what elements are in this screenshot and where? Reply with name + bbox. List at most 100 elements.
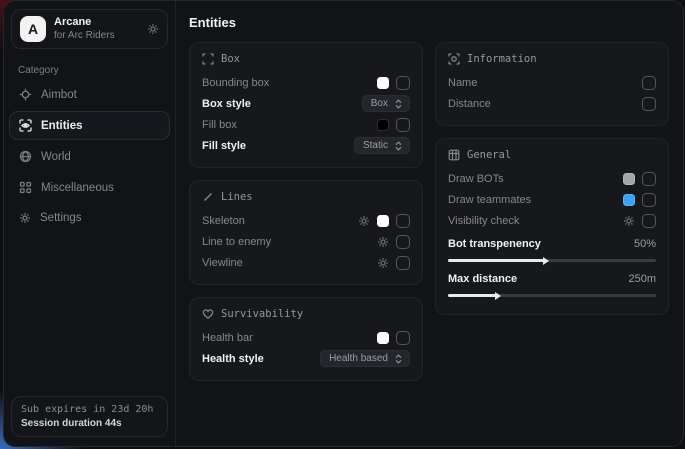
main-panel: Entities BoxBounding boxBox styleBoxFill… (176, 1, 683, 446)
setting-label: Fill style (202, 140, 246, 152)
checkbox-viewline[interactable] (396, 256, 410, 270)
row-bounding-box: Bounding box (202, 72, 410, 93)
row-box-style: Box styleBox (202, 93, 410, 114)
row-visibility-check: Visibility check (448, 210, 656, 231)
setting-label: Fill box (202, 119, 237, 131)
color-swatch[interactable] (377, 77, 389, 89)
card-lines: Lines Skeleton Line to enemy Viewline (189, 180, 423, 285)
row-draw-teammates: Draw teammates (448, 189, 656, 210)
sidebar-item-entities[interactable]: Entities (9, 111, 170, 140)
brand-subtitle: for Arc Riders (54, 30, 139, 43)
gear-icon[interactable] (623, 215, 635, 227)
setting-label: Health bar (202, 332, 253, 344)
dropdown-fill-style[interactable]: Static (354, 137, 410, 154)
card-header: Information (448, 53, 656, 65)
color-swatch[interactable] (623, 194, 635, 206)
setting-label: Distance (448, 98, 491, 110)
slider-thumb[interactable] (495, 292, 501, 300)
color-swatch[interactable] (377, 119, 389, 131)
card-survivability: Survivability Health bar Health style Healt… (189, 297, 423, 381)
column-2: Information Name Distance General Draw BOTs D… (435, 42, 669, 315)
row-health-bar: Health bar (202, 327, 410, 348)
row-controls (377, 235, 410, 249)
card-title: Box (221, 53, 240, 65)
arcane-window: A Arcane for Arc Riders Category Aimbot E… (3, 0, 684, 447)
gear-icon[interactable] (377, 257, 389, 269)
setting-label: Bounding box (202, 77, 269, 89)
line-icon (202, 191, 214, 203)
row-name: Name (448, 72, 656, 93)
setting-label: Line to enemy (202, 236, 271, 248)
sidebar-item-aimbot[interactable]: Aimbot (9, 80, 170, 109)
checkbox-line-to-enemy[interactable] (396, 235, 410, 249)
row-fill-style: Fill style Static (202, 135, 410, 156)
category-label: Category (18, 65, 175, 76)
card-header: Survivability (202, 308, 410, 320)
checkbox-health-bar[interactable] (396, 331, 410, 345)
gear-icon[interactable] (377, 236, 389, 248)
checkbox-visibility-check[interactable] (642, 214, 656, 228)
eye-scan-icon (19, 119, 32, 132)
row-draw-bots: Draw BOTs (448, 168, 656, 189)
card-header: Lines (202, 191, 410, 203)
row-controls (358, 214, 410, 228)
slider-header-row: Bot transpenency50% (448, 233, 656, 254)
dropdown-value: Box (371, 98, 388, 109)
checkbox-draw-bots[interactable] (642, 172, 656, 186)
dropdown-health-style[interactable]: Health based (320, 350, 410, 367)
setting-label: Skeleton (202, 215, 245, 227)
sidebar-item-miscellaneous[interactable]: Miscellaneous (9, 173, 170, 202)
sidebar-item-settings[interactable]: Settings (9, 204, 170, 232)
slider-track[interactable] (448, 259, 656, 262)
row-controls (377, 76, 410, 90)
checkbox-name[interactable] (642, 76, 656, 90)
card-box: Box Bounding box Box styleBox Fill box Fill … (189, 42, 423, 168)
checkbox-skeleton[interactable] (396, 214, 410, 228)
sidebar-item-label: World (41, 151, 71, 163)
color-swatch[interactable] (377, 215, 389, 227)
heart-icon (202, 308, 214, 320)
sidebar-item-label: Settings (40, 212, 82, 224)
gear-icon[interactable] (358, 215, 370, 227)
dropdown-value: Static (363, 140, 388, 151)
sidebar-nav: Aimbot Entities World Miscellaneous Settings (4, 80, 175, 232)
row-fill-box: Fill box (202, 114, 410, 135)
slider-track[interactable] (448, 294, 656, 297)
slider-fill (448, 294, 496, 297)
color-swatch[interactable] (623, 173, 635, 185)
dropdown-value: Health based (329, 353, 388, 364)
setting-label: Draw BOTs (448, 173, 504, 185)
card-title: Lines (221, 191, 253, 203)
cards-columns: Box Bounding box Box styleBox Fill box Fill … (189, 42, 669, 381)
sub-expiry-text: Sub expires in 23d 20h (21, 404, 158, 415)
gear-icon[interactable] (147, 23, 159, 35)
dropdown-box-style[interactable]: Box (362, 95, 410, 112)
sidebar-item-label: Entities (41, 120, 83, 132)
sidebar-item-world[interactable]: World (9, 142, 170, 171)
setting-label: Max distance (448, 273, 517, 285)
scan-circle-icon (448, 53, 460, 65)
brand-logo: A (20, 16, 46, 42)
brand-title: Arcane (54, 16, 139, 30)
row-viewline: Viewline (202, 252, 410, 273)
card-title: Survivability (221, 308, 303, 320)
card-header: General (448, 149, 656, 161)
crosshair-icon (19, 88, 32, 101)
brand-text: Arcane for Arc Riders (54, 16, 139, 42)
unfold-icon (394, 354, 403, 364)
sidebar-item-label: Miscellaneous (41, 182, 114, 194)
session-duration-text: Session duration 44s (21, 418, 158, 429)
color-swatch[interactable] (377, 332, 389, 344)
card-title: General (467, 149, 511, 161)
checkbox-bounding-box[interactable] (396, 76, 410, 90)
slider-thumb[interactable] (543, 257, 549, 265)
checkbox-distance[interactable] (642, 97, 656, 111)
card-information: Information Name Distance (435, 42, 669, 126)
checkbox-fill-box[interactable] (396, 118, 410, 132)
setting-label: Health style (202, 353, 264, 365)
card-header: Box (202, 53, 410, 65)
unfold-icon (394, 141, 403, 151)
bounding-box-icon (202, 53, 214, 65)
checkbox-draw-teammates[interactable] (642, 193, 656, 207)
card-general: General Draw BOTs Draw teammatesVisibility… (435, 138, 669, 315)
